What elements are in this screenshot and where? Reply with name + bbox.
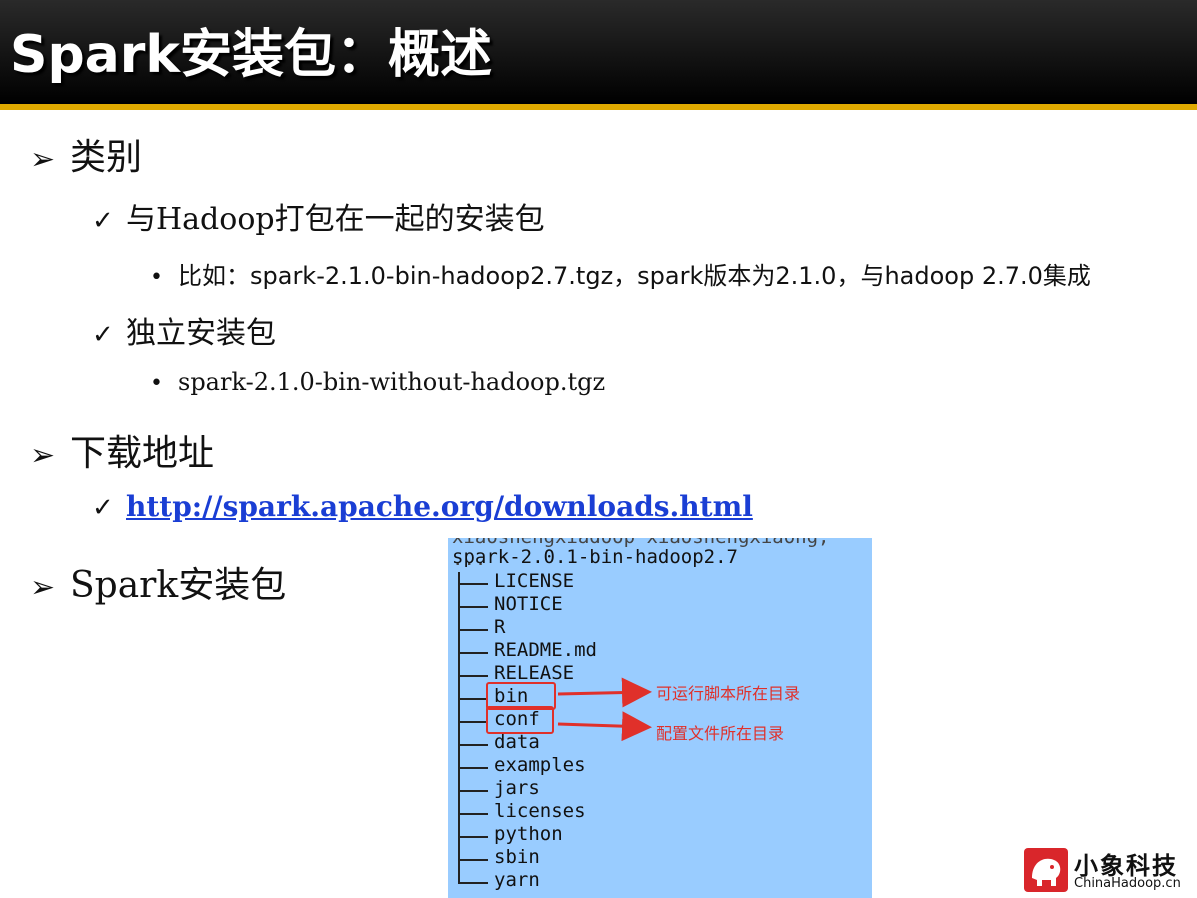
check-bullet-icon: ✓ <box>92 320 114 350</box>
subitem-example: • 比如：spark-2.1.0-bin-hadoop2.7.tgz，spark版… <box>150 256 1091 291</box>
section-spark-package: ➢ Spark安装包 <box>30 556 286 608</box>
elephant-logo-icon <box>1024 848 1068 892</box>
item-label: 独立安装包 <box>126 316 276 351</box>
logo-name-en: ChinaHadoop.cn <box>1074 876 1181 891</box>
dot-bullet-icon: • <box>150 265 163 290</box>
section-label: Spark安装包 <box>70 565 287 606</box>
bin-arrow-icon <box>557 677 652 708</box>
section-label: 类别 <box>70 137 143 178</box>
bin-annotation: 可运行脚本所在目录 <box>656 684 801 703</box>
download-link[interactable]: http://spark.apache.org/downloads.html <box>126 490 753 523</box>
conf-annotation: 配置文件所在目录 <box>656 724 785 743</box>
subitem-text: 比如：spark-2.1.0-bin-hadoop2.7.tgz，spark版本… <box>178 262 1091 290</box>
arrow-bullet-icon: ➢ <box>30 142 56 177</box>
company-logo: 小象科技 ChinaHadoop.cn <box>1024 846 1194 894</box>
item-standalone-package: ✓ 独立安装包 <box>92 308 276 352</box>
item-bundled-package: ✓ 与Hadoop打包在一起的安装包 <box>92 194 545 238</box>
item-download-link: ✓ http://spark.apache.org/downloads.html <box>92 490 753 523</box>
check-bullet-icon: ✓ <box>92 493 114 523</box>
section-download: ➢ 下载地址 <box>30 424 214 476</box>
annotation-arrows <box>557 677 652 742</box>
conf-arrow-icon <box>557 711 652 742</box>
section-label: 下载地址 <box>70 433 215 474</box>
slide-title: Spark安装包：概述 <box>10 25 492 85</box>
subitem-text: spark-2.1.0-bin-without-hadoop.tgz <box>178 368 606 396</box>
dot-bullet-icon: • <box>150 371 163 396</box>
subitem-standalone-file: • spark-2.1.0-bin-without-hadoop.tgz <box>150 368 605 396</box>
title-bar: Spark安装包：概述 <box>0 0 1197 104</box>
directory-tree-screenshot: xiaoshengxiadoop xiaoshengxiaong, ... sp… <box>448 538 872 898</box>
section-category: ➢ 类别 <box>30 128 142 180</box>
check-bullet-icon: ✓ <box>92 206 114 236</box>
title-rule <box>0 104 1197 110</box>
arrow-bullet-icon: ➢ <box>30 438 56 473</box>
item-label: 与Hadoop打包在一起的安装包 <box>126 202 545 237</box>
arrow-bullet-icon: ➢ <box>30 570 56 605</box>
